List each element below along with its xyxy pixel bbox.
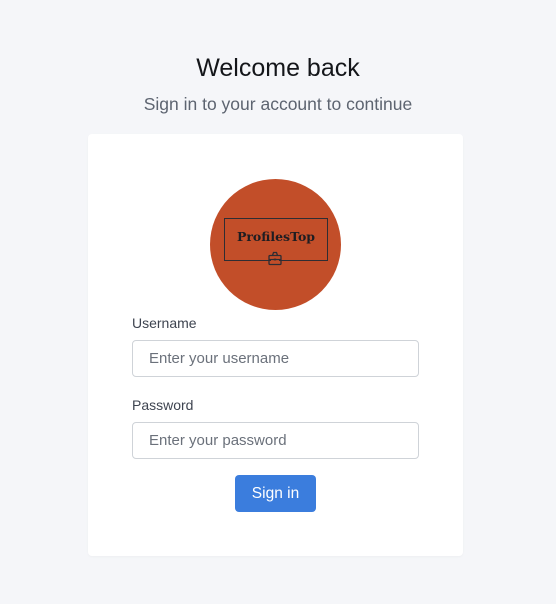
sign-in-button[interactable]: Sign in: [235, 475, 316, 512]
logo-text: ProfilesTop: [236, 229, 316, 244]
login-card: ProfilesTop Username Password Sign in: [88, 134, 463, 556]
briefcase-icon: [268, 251, 282, 266]
username-input[interactable]: [132, 340, 419, 377]
password-label: Password: [132, 397, 194, 413]
page-title: Welcome back: [196, 54, 360, 82]
profilestop-logo: ProfilesTop: [210, 179, 341, 310]
login-page: Welcome back Sign in to your account to …: [0, 0, 556, 604]
password-input[interactable]: [132, 422, 419, 459]
page-subtitle: Sign in to your account to continue: [143, 94, 413, 114]
username-label: Username: [132, 315, 197, 331]
